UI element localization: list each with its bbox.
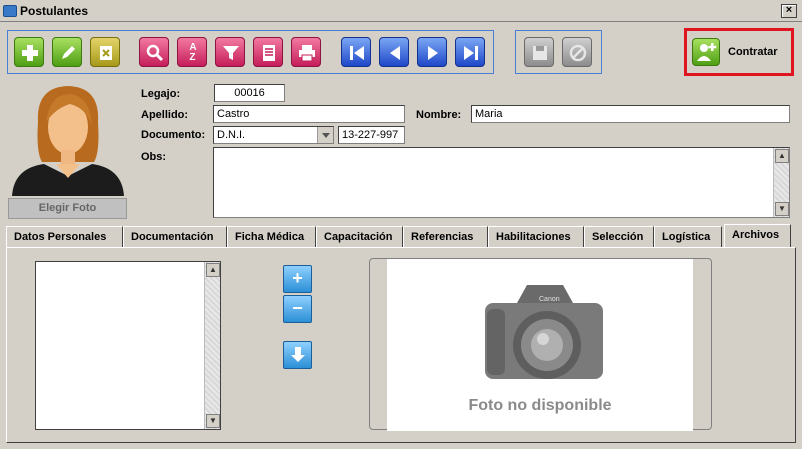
delete-button[interactable]	[90, 37, 120, 67]
tab-logistica[interactable]: Logística	[654, 226, 722, 248]
next-icon	[418, 38, 448, 68]
sort-icon: AZ	[189, 42, 197, 63]
save-icon	[525, 38, 555, 68]
documento-type-select[interactable]: D.N.I.	[213, 126, 334, 144]
tab-capacitacion[interactable]: Capacitación	[316, 226, 403, 248]
apellido-label: Apellido:	[141, 109, 189, 121]
chevron-down-icon	[317, 127, 333, 143]
tab-habilitaciones[interactable]: Habilitaciones	[488, 226, 584, 248]
documento-label: Documento:	[141, 129, 206, 141]
add-icon	[15, 38, 45, 68]
next-record-button[interactable]	[417, 37, 447, 67]
documento-type-value: D.N.I.	[217, 129, 246, 141]
tab-seleccion[interactable]: Selección	[584, 226, 654, 248]
nombre-label: Nombre:	[416, 109, 462, 121]
documento-number-field[interactable]: 13-227-997	[338, 126, 405, 144]
close-button[interactable]: ×	[781, 4, 797, 18]
tab-referencias[interactable]: Referencias	[403, 226, 488, 248]
scroll-down-icon[interactable]: ▼	[775, 202, 789, 216]
search-button[interactable]	[139, 37, 169, 67]
scroll-up-icon[interactable]: ▲	[206, 263, 220, 277]
title-bar: Postulantes ×	[0, 0, 802, 22]
scroll-down-icon[interactable]: ▼	[206, 414, 220, 428]
tab-archivos[interactable]: Archivos	[724, 224, 791, 248]
edit-toolbar: AZ	[7, 30, 494, 74]
save-button[interactable]	[524, 37, 554, 67]
print-button[interactable]	[291, 37, 321, 67]
obs-textarea[interactable]: ▲ ▼	[213, 147, 790, 218]
window-title: Postulantes	[20, 4, 89, 18]
obs-scrollbar[interactable]: ▲ ▼	[773, 148, 789, 217]
legajo-field[interactable]: 00016	[214, 84, 285, 102]
first-record-button[interactable]	[341, 37, 371, 67]
obs-label: Obs:	[141, 151, 167, 163]
app-icon	[3, 5, 17, 17]
avatar-photo	[8, 82, 128, 196]
tab-strip: Datos Personales Documentación Ficha Méd…	[6, 224, 796, 248]
apellido-field[interactable]: Castro	[213, 105, 405, 123]
contratar-label: Contratar	[728, 46, 778, 58]
filter-icon	[216, 38, 246, 68]
cancel-icon	[563, 38, 593, 68]
add-user-icon	[692, 38, 720, 66]
add-icon: +	[292, 268, 303, 288]
edit-button[interactable]	[52, 37, 82, 67]
prev-record-button[interactable]	[379, 37, 409, 67]
scroll-up-icon[interactable]: ▲	[775, 149, 789, 163]
list-icon	[254, 38, 284, 68]
last-record-button[interactable]	[455, 37, 485, 67]
first-icon	[342, 38, 372, 68]
image-preview-canvas: Canon Foto no disponible	[387, 259, 693, 431]
prev-icon	[380, 38, 410, 68]
search-icon	[140, 38, 170, 68]
no-photo-text: Foto no disponible	[468, 397, 612, 414]
cancel-button[interactable]	[562, 37, 592, 67]
tab-documentacion[interactable]: Documentación	[123, 226, 227, 248]
download-file-button[interactable]	[283, 341, 312, 369]
add-button[interactable]	[14, 37, 44, 67]
filter-button[interactable]	[215, 37, 245, 67]
print-icon	[292, 38, 322, 68]
contratar-button[interactable]: Contratar	[692, 36, 786, 68]
sort-button[interactable]: AZ	[177, 37, 207, 67]
save-toolbar	[515, 30, 602, 74]
last-icon	[456, 38, 486, 68]
nombre-field[interactable]: Maria	[471, 105, 790, 123]
remove-file-button[interactable]: −	[283, 295, 312, 323]
add-file-button[interactable]: +	[283, 265, 312, 293]
contratar-highlight: Contratar	[684, 28, 794, 76]
remove-icon: −	[292, 298, 303, 318]
tab-ficha-medica[interactable]: Ficha Médica	[227, 226, 316, 248]
elegir-foto-button[interactable]: Elegir Foto	[8, 198, 127, 219]
camera-brand: Canon	[539, 296, 560, 303]
file-list[interactable]: ▲ ▼	[35, 261, 221, 430]
tab-datos-personales[interactable]: Datos Personales	[6, 226, 123, 248]
file-list-scrollbar[interactable]: ▲ ▼	[204, 262, 220, 429]
camera-icon: Canon	[485, 285, 603, 379]
download-icon	[288, 347, 308, 369]
list-button[interactable]	[253, 37, 283, 67]
edit-icon	[53, 38, 83, 68]
delete-icon	[91, 38, 121, 68]
image-preview: Canon Foto no disponible	[369, 258, 712, 431]
legajo-label: Legajo:	[141, 88, 181, 100]
